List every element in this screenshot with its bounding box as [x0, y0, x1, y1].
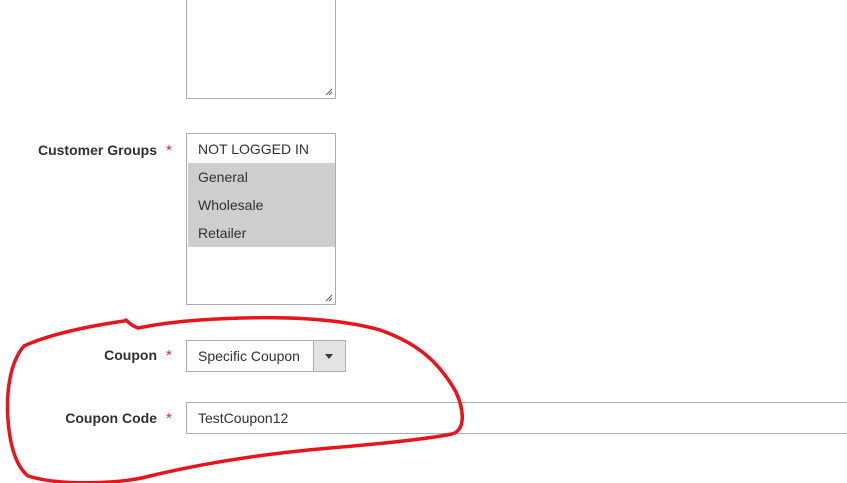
coupon-select[interactable]: Specific Coupon — [186, 340, 346, 372]
description-textarea[interactable] — [186, 0, 336, 99]
resize-grip-icon[interactable] — [325, 88, 333, 96]
coupon-select-value: Specific Coupon — [198, 348, 300, 364]
coupon-code-input[interactable] — [186, 402, 847, 434]
coupon-select-toggle[interactable] — [313, 341, 345, 371]
customer-groups-required-star: * — [166, 142, 172, 159]
coupon-required-star: * — [166, 347, 172, 364]
coupon-label: Coupon — [104, 347, 157, 363]
resize-grip-icon[interactable] — [325, 294, 333, 302]
chevron-down-icon — [325, 354, 333, 359]
customer-groups-label: Customer Groups — [37, 142, 157, 158]
coupon-code-label: Coupon Code — [65, 410, 157, 426]
coupon-code-required-star: * — [166, 410, 172, 427]
customer-group-option-retailer[interactable]: Retailer — [188, 219, 335, 247]
customer-group-option-not-logged-in[interactable]: NOT LOGGED IN — [188, 135, 335, 163]
customer-groups-multiselect[interactable]: NOT LOGGED IN General Wholesale Retailer — [186, 133, 336, 305]
rule-form: Customer Groups * NOT LOGGED IN General … — [0, 0, 847, 483]
customer-group-option-wholesale[interactable]: Wholesale — [188, 191, 335, 219]
customer-group-option-general[interactable]: General — [188, 163, 335, 191]
